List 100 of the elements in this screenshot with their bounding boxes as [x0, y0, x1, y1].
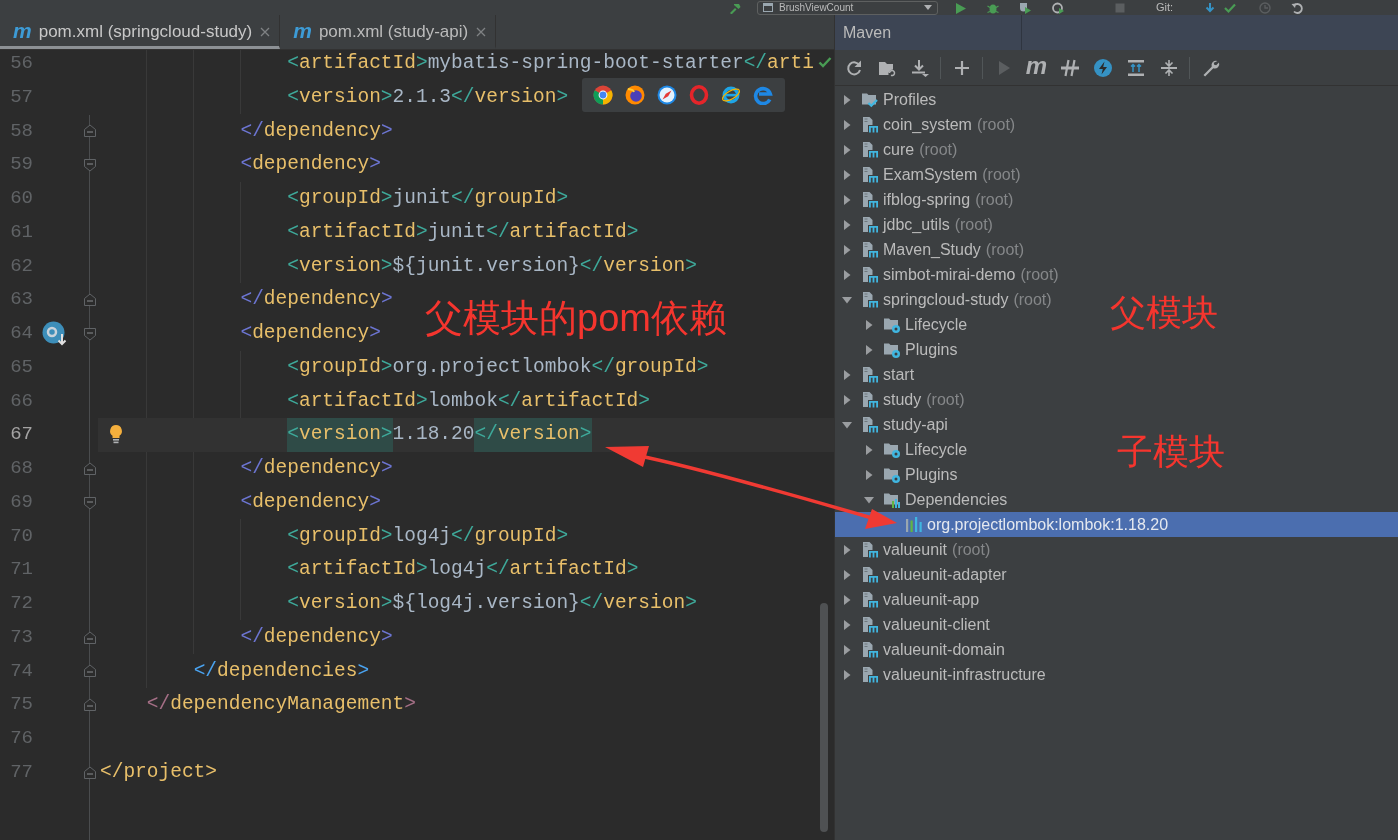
lightbulb-icon[interactable]: [108, 424, 124, 445]
editor-tab[interactable]: m pom.xml (study-api): [280, 15, 497, 49]
line-number: 63: [9, 287, 33, 313]
profile-button[interactable]: [1052, 1, 1064, 14]
hash-icon: [1060, 58, 1079, 77]
module-file-icon: [861, 541, 879, 558]
tree-item[interactable]: start: [835, 362, 923, 387]
caret-right-icon[interactable]: [841, 393, 853, 406]
fold-marker-icon[interactable]: [83, 158, 97, 173]
tree-item[interactable]: simbot-mirai-demo (root): [835, 262, 1067, 287]
file-type-glyph: m: [293, 20, 312, 41]
tree-item[interactable]: Maven_Study (root): [835, 237, 1033, 262]
build-button[interactable]: [729, 1, 741, 14]
caret-right-icon[interactable]: [841, 218, 853, 231]
tree-item[interactable]: springcloud-study (root): [835, 287, 1060, 312]
close-icon[interactable]: [260, 27, 271, 37]
line-number: 62: [9, 253, 33, 279]
run-config-dropdown[interactable]: BrushViewCount: [757, 0, 938, 15]
tree-item[interactable]: coin_system (root): [835, 112, 1024, 137]
caret-right-icon[interactable]: [863, 468, 875, 481]
fold-marker-icon[interactable]: [83, 495, 97, 510]
tree-item[interactable]: cure (root): [835, 137, 966, 162]
caret-right-icon[interactable]: [841, 593, 853, 606]
coverage-button[interactable]: [1019, 1, 1031, 14]
caret-right-icon[interactable]: [863, 343, 875, 356]
fold-marker-icon[interactable]: [83, 326, 97, 341]
line-number: 59: [9, 152, 33, 178]
code-line: <dependency>: [240, 152, 381, 178]
hammer-icon: [729, 1, 741, 14]
caret-right-icon[interactable]: [841, 193, 853, 206]
tree-item[interactable]: valueunit (root): [835, 537, 999, 562]
caret-down-icon: [924, 5, 932, 10]
tree-item[interactable]: ifblog-spring (root): [835, 187, 1022, 212]
update-button[interactable]: [1204, 1, 1217, 14]
tree-item[interactable]: valueunit-domain: [835, 637, 1013, 662]
caret-right-icon[interactable]: [841, 168, 853, 181]
play-icon: [954, 1, 966, 14]
execute-goal-button[interactable]: m: [1024, 53, 1049, 78]
tree-item[interactable]: Dependencies: [835, 487, 1016, 512]
rollback-button[interactable]: [1291, 1, 1304, 14]
tree-item[interactable]: study (root): [835, 387, 973, 412]
download-badge-icon[interactable]: [42, 320, 68, 347]
caret-right-icon[interactable]: [841, 118, 853, 131]
tree-item[interactable]: valueunit-client: [835, 612, 998, 637]
tree-item[interactable]: jdbc_utils (root): [835, 212, 1001, 237]
line-number: 61: [9, 219, 33, 245]
caret-right-icon[interactable]: [841, 618, 853, 631]
code-line: </project>: [100, 759, 218, 785]
caret-right-icon[interactable]: [841, 268, 853, 281]
fold-marker-icon[interactable]: [83, 461, 97, 476]
folder-bars-icon: [883, 491, 901, 508]
tree-item[interactable]: Lifecycle: [835, 312, 976, 337]
tree-item[interactable]: Profiles: [835, 87, 945, 112]
fold-marker-icon[interactable]: [83, 664, 97, 679]
caret-right-icon[interactable]: [841, 668, 853, 681]
commit-button[interactable]: [1224, 1, 1237, 14]
wrench-icon: [1201, 58, 1220, 77]
folder-gear-icon: [883, 466, 901, 483]
tree-item[interactable]: valueunit-app: [835, 587, 988, 612]
scrollbar-thumb[interactable]: [820, 603, 828, 832]
module-file-icon: [861, 141, 879, 158]
tree-item[interactable]: org.projectlombok:lombok:1.18.20: [835, 512, 1398, 537]
fold-marker-icon[interactable]: [83, 765, 97, 780]
code-line: <dependency>: [240, 321, 381, 346]
plus-icon: [952, 58, 971, 77]
caret-right-icon[interactable]: [841, 93, 853, 106]
folder-check-icon: [861, 91, 879, 108]
browser-icon[interactable]: [593, 85, 613, 105]
line-number: 73: [9, 624, 33, 650]
caret-right-icon[interactable]: [841, 568, 853, 581]
fold-marker-icon[interactable]: [83, 698, 97, 713]
tree-item[interactable]: valueunit-infrastructure: [835, 662, 1054, 687]
fold-marker-icon[interactable]: [83, 293, 97, 308]
tree-item[interactable]: Lifecycle: [835, 437, 976, 462]
code-line: <version>${log4j.version}</version>: [287, 591, 697, 616]
caret-right-icon[interactable]: [863, 318, 875, 331]
caret-right-icon[interactable]: [841, 543, 853, 556]
close-icon[interactable]: [476, 27, 487, 37]
caret-right-icon[interactable]: [841, 143, 853, 156]
code-line: </dependency>: [240, 287, 393, 313]
caret-right-icon[interactable]: [841, 368, 853, 381]
fold-marker-icon[interactable]: [83, 630, 97, 645]
caret-right-icon[interactable]: [841, 643, 853, 656]
code-line: </dependency>: [240, 118, 393, 144]
run-button[interactable]: [954, 1, 966, 14]
browser-icon[interactable]: [657, 85, 677, 105]
code-line: <artifactId>junit</artifactId>: [287, 219, 639, 245]
tree-item[interactable]: ExamSystem (root): [835, 162, 1029, 187]
browser-icon[interactable]: [721, 85, 741, 105]
tree-item[interactable]: Plugins: [835, 337, 966, 362]
code-line: <version>${junit.version}</version>: [287, 253, 697, 279]
module-file-icon: [861, 291, 879, 308]
fold-marker-icon[interactable]: [83, 124, 97, 139]
editor-tab[interactable]: m pom.xml (springcloud-study): [0, 15, 281, 49]
caret-right-icon[interactable]: [863, 443, 875, 456]
tree-item[interactable]: Plugins: [835, 462, 966, 487]
browser-icon[interactable]: [625, 85, 645, 105]
tree-item[interactable]: valueunit-adapter: [835, 562, 1015, 587]
caret-right-icon[interactable]: [841, 243, 853, 256]
tree-item[interactable]: study-api: [835, 412, 956, 437]
